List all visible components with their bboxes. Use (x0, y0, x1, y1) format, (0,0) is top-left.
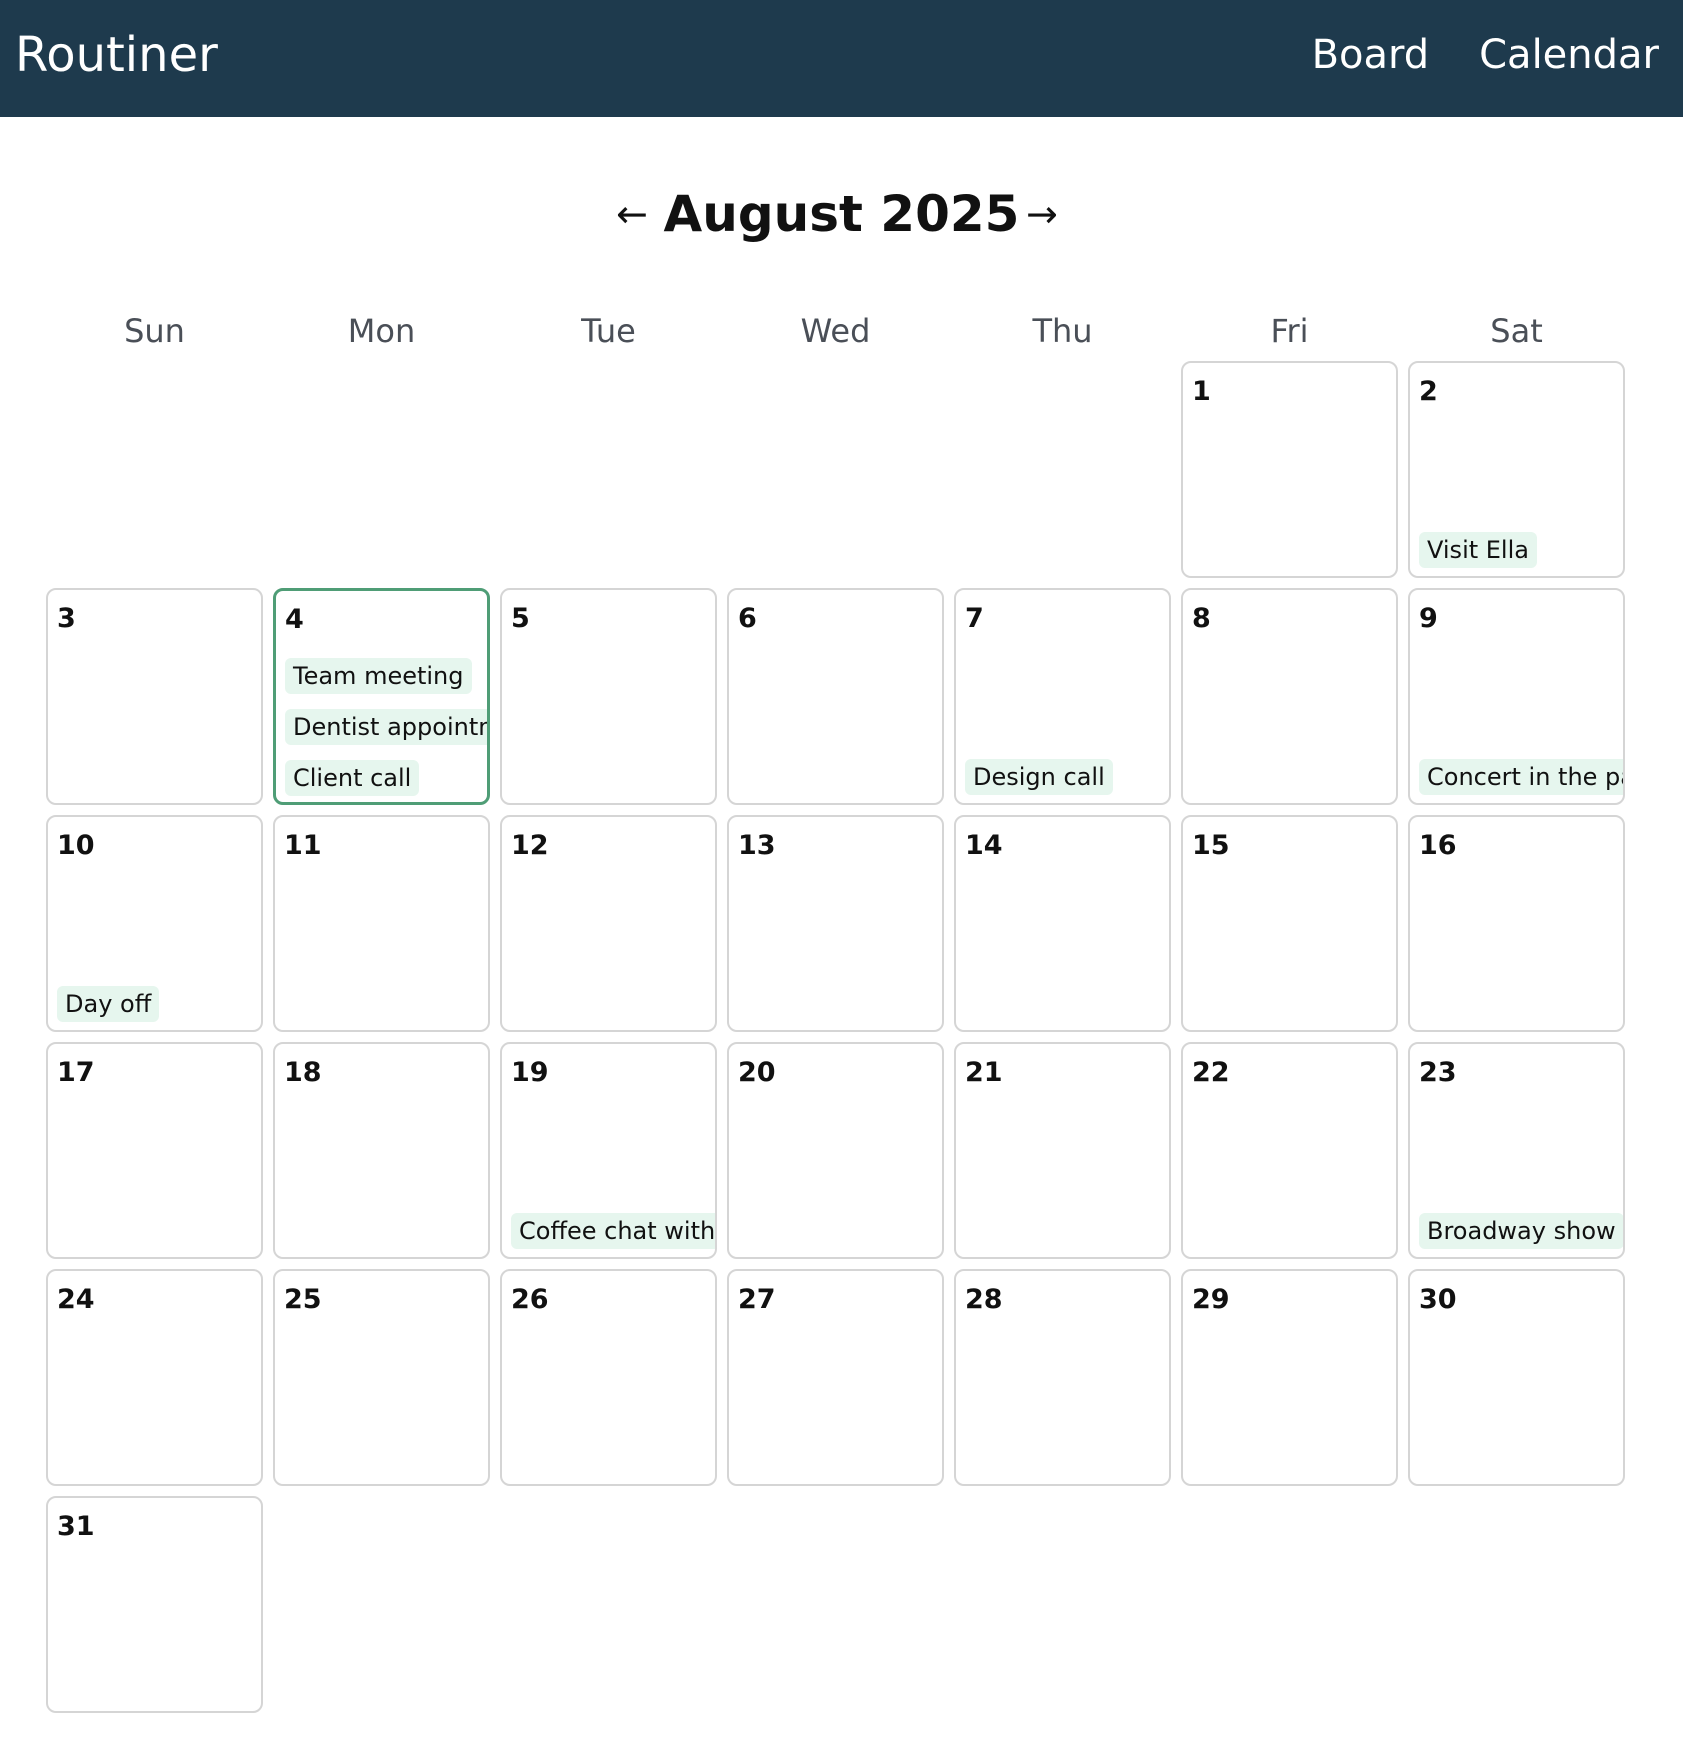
event-list: Design call (965, 759, 1169, 795)
day-cell[interactable]: 24 (46, 1269, 263, 1486)
day-number: 25 (284, 1284, 322, 1315)
weekday-sat: Sat (1490, 312, 1543, 350)
day-cell-today[interactable]: 4 Team meeting Dentist appointment Client c… (273, 588, 490, 805)
nav-calendar-link[interactable]: Calendar (1479, 28, 1659, 82)
day-cell[interactable]: 12 (500, 815, 717, 1032)
day-cell[interactable]: 17 (46, 1042, 263, 1259)
day-cell[interactable]: 13 (727, 815, 944, 1032)
day-number: 3 (57, 603, 76, 634)
day-number: 4 (285, 604, 304, 635)
event-chip[interactable]: Coffee chat with Ja (511, 1213, 715, 1249)
app-title: Routiner (15, 27, 218, 83)
event-chip[interactable]: Concert in the park (1419, 759, 1623, 795)
day-cell[interactable]: 1 (1181, 361, 1398, 578)
day-number: 8 (1192, 603, 1211, 634)
weekday-fri: Fri (1270, 312, 1309, 350)
event-chip[interactable]: Dentist appointment (285, 709, 487, 745)
day-number: 27 (738, 1284, 776, 1315)
event-list: Day off (57, 986, 261, 1022)
day-cell[interactable]: 25 (273, 1269, 490, 1486)
day-cell[interactable]: 7 Design call (954, 588, 1171, 805)
weekday-wed: Wed (800, 312, 871, 350)
day-number: 24 (57, 1284, 95, 1315)
weekday-thu: Thu (1032, 312, 1093, 350)
day-number: 5 (511, 603, 530, 634)
event-chip[interactable]: Day off (57, 986, 160, 1022)
day-number: 22 (1192, 1057, 1230, 1088)
day-cell[interactable]: 26 (500, 1269, 717, 1486)
day-number: 14 (965, 830, 1003, 861)
top-bar: Routiner Board Calendar (0, 0, 1683, 117)
day-cell[interactable]: 11 (273, 815, 490, 1032)
day-cell[interactable]: 28 (954, 1269, 1171, 1486)
day-cell[interactable]: 19 Coffee chat with Ja (500, 1042, 717, 1259)
day-number: 15 (1192, 830, 1230, 861)
event-list: Concert in the park (1419, 759, 1623, 795)
day-cell[interactable]: 16 (1408, 815, 1625, 1032)
day-number: 29 (1192, 1284, 1230, 1315)
day-cell[interactable]: 27 (727, 1269, 944, 1486)
month-title: August 2025 (663, 185, 1020, 243)
day-cell[interactable]: 30 (1408, 1269, 1625, 1486)
day-number: 12 (511, 830, 549, 861)
day-cell[interactable]: 21 (954, 1042, 1171, 1259)
day-cell[interactable]: 20 (727, 1042, 944, 1259)
day-cell[interactable]: 23 Broadway show (1408, 1042, 1625, 1259)
day-cell[interactable]: 8 (1181, 588, 1398, 805)
weekday-mon: Mon (347, 312, 416, 350)
event-chip[interactable]: Broadway show (1419, 1213, 1623, 1249)
next-month-arrow-icon[interactable]: → (1026, 184, 1058, 244)
day-number: 18 (284, 1057, 322, 1088)
event-list: Team meeting Dentist appointment Client ca… (285, 658, 487, 796)
day-number: 19 (511, 1057, 549, 1088)
day-number: 1 (1192, 376, 1211, 407)
day-cell[interactable]: 29 (1181, 1269, 1398, 1486)
day-cell[interactable]: 5 (500, 588, 717, 805)
day-number: 21 (965, 1057, 1003, 1088)
month-header: August 2025 ← → (0, 180, 1683, 250)
calendar-grid: 1 2 Visit Ella 3 4 Team meeting Dentist appoin… (46, 361, 1625, 1713)
day-number: 31 (57, 1511, 95, 1542)
event-chip[interactable]: Client call (285, 760, 420, 796)
event-list: Broadway show (1419, 1213, 1623, 1249)
day-cell[interactable]: 2 Visit Ella (1408, 361, 1625, 578)
event-chip[interactable]: Visit Ella (1419, 532, 1537, 568)
day-number: 17 (57, 1057, 95, 1088)
event-chip[interactable]: Team meeting (285, 658, 472, 694)
weekday-tue: Tue (581, 312, 636, 350)
day-number: 6 (738, 603, 757, 634)
day-cell[interactable]: 31 (46, 1496, 263, 1713)
day-number: 16 (1419, 830, 1457, 861)
day-number: 23 (1419, 1057, 1457, 1088)
weekday-sun: Sun (124, 312, 185, 350)
day-number: 9 (1419, 603, 1438, 634)
nav-board-link[interactable]: Board (1312, 28, 1430, 82)
day-cell[interactable]: 14 (954, 815, 1171, 1032)
day-number: 28 (965, 1284, 1003, 1315)
day-number: 7 (965, 603, 984, 634)
day-number: 30 (1419, 1284, 1457, 1315)
day-number: 11 (284, 830, 322, 861)
day-number: 26 (511, 1284, 549, 1315)
day-number: 10 (57, 830, 95, 861)
event-list: Coffee chat with Ja (511, 1213, 715, 1249)
day-cell[interactable]: 3 (46, 588, 263, 805)
day-number: 2 (1419, 376, 1438, 407)
day-cell[interactable]: 6 (727, 588, 944, 805)
weekday-header-row: Sun Mon Tue Wed Thu Fri Sat (46, 308, 1625, 354)
day-number: 20 (738, 1057, 776, 1088)
event-list: Visit Ella (1419, 532, 1623, 568)
day-cell[interactable]: 15 (1181, 815, 1398, 1032)
day-cell[interactable]: 10 Day off (46, 815, 263, 1032)
main-nav: Board Calendar (1312, 28, 1659, 82)
day-cell[interactable]: 18 (273, 1042, 490, 1259)
prev-month-arrow-icon[interactable]: ← (616, 184, 648, 244)
event-chip[interactable]: Design call (965, 759, 1113, 795)
day-number: 13 (738, 830, 776, 861)
day-cell[interactable]: 22 (1181, 1042, 1398, 1259)
day-cell[interactable]: 9 Concert in the park (1408, 588, 1625, 805)
